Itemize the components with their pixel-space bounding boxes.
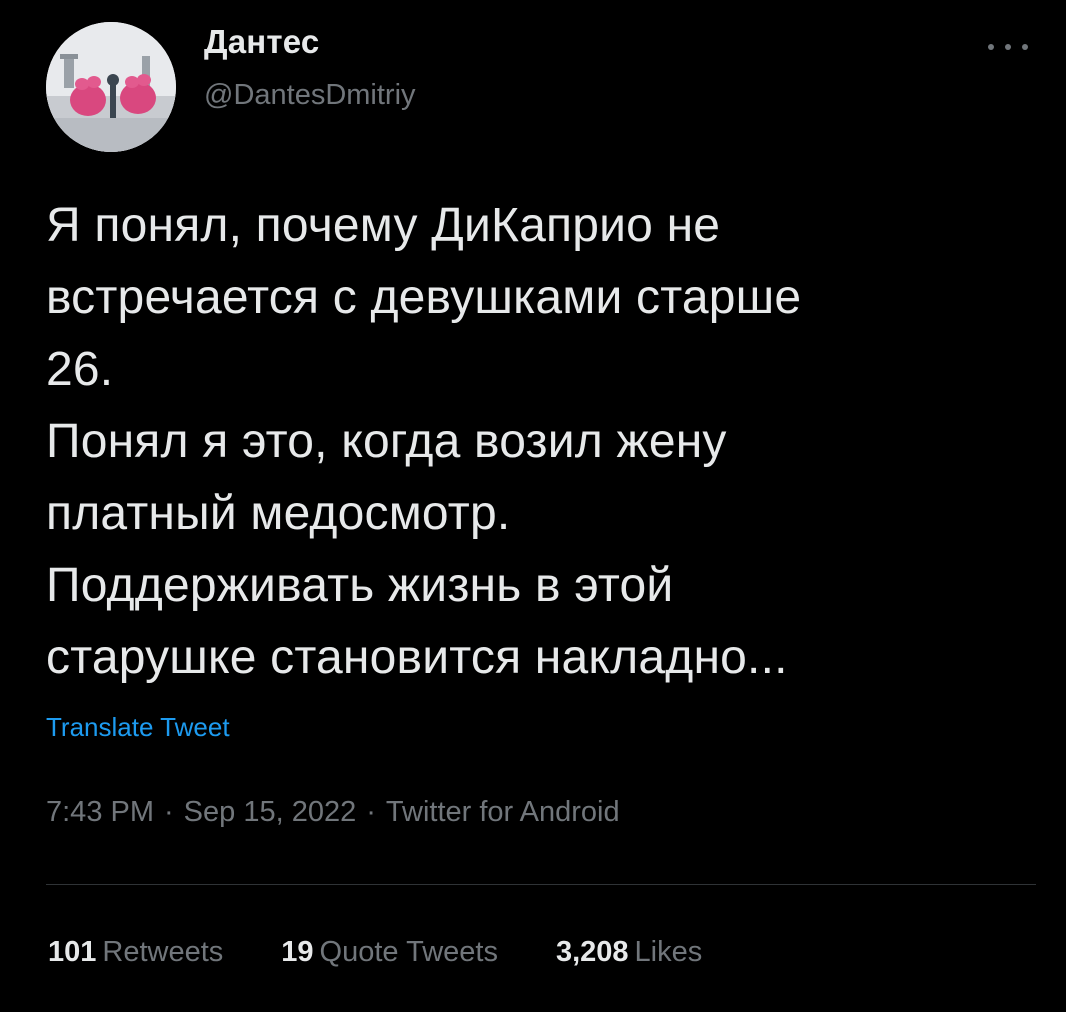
meta-separator: · — [164, 796, 174, 828]
dot — [1005, 44, 1011, 50]
divider — [46, 884, 1036, 885]
retweets-label: Retweets — [102, 936, 224, 968]
meta-separator: · — [366, 796, 376, 828]
tweet-meta: 7:43 PM · Sep 15, 2022 · Twitter for And… — [46, 796, 620, 829]
more-horizontal-icon[interactable] — [988, 40, 1028, 54]
quote-tweets-stat[interactable]: 19 Quote Tweets — [281, 936, 498, 969]
tweet-date[interactable]: Sep 15, 2022 — [184, 796, 357, 829]
dot — [1022, 44, 1028, 50]
retweets-stat[interactable]: 101 Retweets — [48, 936, 223, 969]
likes-count: 3,208 — [555, 936, 629, 968]
likes-stat[interactable]: 3,208 Likes — [556, 936, 702, 969]
author-display-name[interactable]: Дантес — [204, 22, 416, 62]
dot — [988, 44, 994, 50]
tweet-text: Я понял, почему ДиКаприо не встречается … — [46, 199, 802, 684]
avatar-photo — [46, 22, 176, 152]
quote-tweets-label: Quote Tweets — [319, 936, 498, 968]
tweet-time[interactable]: 7:43 PM — [46, 796, 154, 829]
retweets-count: 101 — [48, 936, 97, 968]
likes-label: Likes — [634, 936, 703, 968]
tweet-header: Дантес @DantesDmitriy — [44, 22, 1034, 152]
tweet-source[interactable]: Twitter for Android — [386, 796, 620, 829]
author-block: Дантес @DantesDmitriy — [204, 22, 416, 112]
quote-tweets-count: 19 — [281, 936, 314, 968]
tweet-stats: 101 Retweets 19 Quote Tweets 3,208 Likes — [48, 936, 702, 969]
avatar[interactable] — [46, 22, 176, 152]
translate-tweet-link[interactable]: Translate Tweet — [46, 712, 230, 743]
author-handle[interactable]: @DantesDmitriy — [204, 78, 416, 112]
